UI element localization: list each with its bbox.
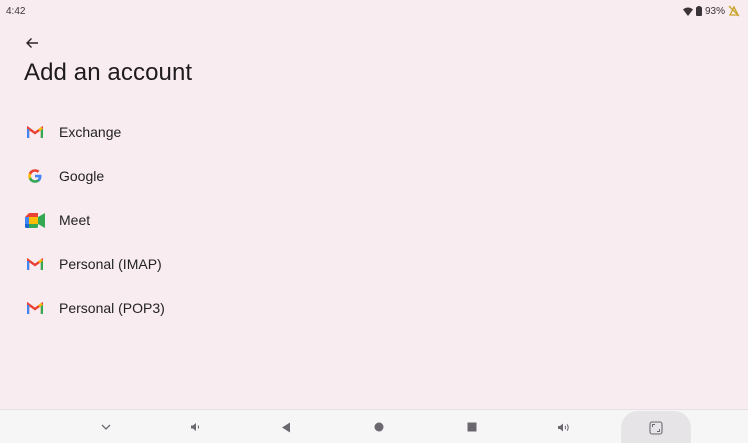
back-triangle-icon xyxy=(282,422,290,432)
battery-percent: 93% xyxy=(704,5,725,17)
account-item-personal-imap[interactable]: Personal (IMAP) xyxy=(0,242,748,286)
volume-up-icon xyxy=(558,423,569,431)
account-label: Personal (IMAP) xyxy=(59,256,162,272)
account-label: Google xyxy=(59,168,105,184)
volume-up-button[interactable] xyxy=(544,410,584,443)
battery-icon xyxy=(695,6,702,16)
gmail-icon xyxy=(24,121,46,143)
recents-button[interactable] xyxy=(452,410,492,443)
gmail-icon xyxy=(24,253,46,275)
account-label: Exchange xyxy=(59,124,122,140)
account-label: Meet xyxy=(59,212,91,228)
google-icon xyxy=(24,165,46,187)
back-nav-button[interactable] xyxy=(266,410,306,443)
page-title: Add an account xyxy=(24,59,193,86)
status-bar: 4:42 93% xyxy=(0,0,748,22)
chevron-down-icon xyxy=(101,424,111,430)
home-circle-icon xyxy=(374,422,384,432)
arrow-left-icon xyxy=(26,38,38,48)
volume-down-icon xyxy=(191,423,200,431)
back-button[interactable] xyxy=(22,33,42,53)
collapse-button[interactable] xyxy=(86,410,126,443)
account-item-google[interactable]: Google xyxy=(0,154,748,198)
volume-down-button[interactable] xyxy=(176,410,216,443)
screenshot-icon xyxy=(649,421,663,435)
account-list: Exchange Google Meet Personal (IMAP) Per… xyxy=(0,110,748,330)
screenshot-button[interactable] xyxy=(621,411,691,443)
status-icons: 93% xyxy=(682,5,740,17)
account-label: Personal (POP3) xyxy=(59,300,165,316)
account-item-meet[interactable]: Meet xyxy=(0,198,748,242)
navigation-bar xyxy=(0,409,748,443)
home-button[interactable] xyxy=(359,410,399,443)
meet-icon xyxy=(24,209,46,231)
gmail-icon xyxy=(24,297,46,319)
wifi-icon xyxy=(682,7,693,16)
status-time: 4:42 xyxy=(6,5,26,17)
account-item-exchange[interactable]: Exchange xyxy=(0,110,748,154)
recents-square-icon xyxy=(467,422,477,432)
account-item-personal-pop3[interactable]: Personal (POP3) xyxy=(0,286,748,330)
no-location-icon xyxy=(728,5,740,17)
